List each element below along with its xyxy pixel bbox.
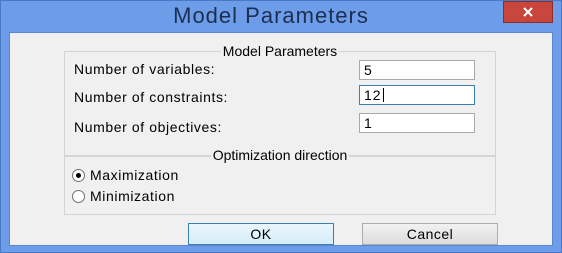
title-bar[interactable]: Model Parameters [1, 1, 561, 31]
constraints-value: 12 [364, 87, 382, 103]
minimization-radio[interactable] [72, 190, 85, 203]
model-parameters-legend: Model Parameters [220, 43, 340, 59]
constraints-field[interactable]: 12 [359, 85, 475, 105]
optimization-direction-legend: Optimization direction [210, 147, 350, 163]
maximization-label[interactable]: Maximization [90, 167, 179, 183]
window-title: Model Parameters [173, 3, 369, 28]
constraints-label: Number of constraints: [74, 89, 229, 105]
dialog-body: Model Parameters Number of variables: 5 … [9, 32, 553, 246]
objectives-label: Number of objectives: [74, 119, 222, 135]
maximization-radio[interactable] [72, 169, 85, 182]
ok-button[interactable]: OK [188, 223, 334, 245]
close-button[interactable] [503, 1, 553, 23]
objectives-field[interactable]: 1 [359, 113, 475, 133]
radio-selected-icon [76, 173, 81, 178]
text-caret [382, 88, 384, 102]
close-icon [523, 7, 533, 17]
dialog-window: Model Parameters Model Parameters Number… [0, 0, 562, 253]
minimization-label[interactable]: Minimization [90, 188, 175, 204]
cancel-button[interactable]: Cancel [362, 223, 498, 245]
optimization-direction-group: Optimization direction [64, 147, 496, 215]
variables-label: Number of variables: [74, 61, 216, 77]
variables-field[interactable]: 5 [359, 60, 475, 80]
